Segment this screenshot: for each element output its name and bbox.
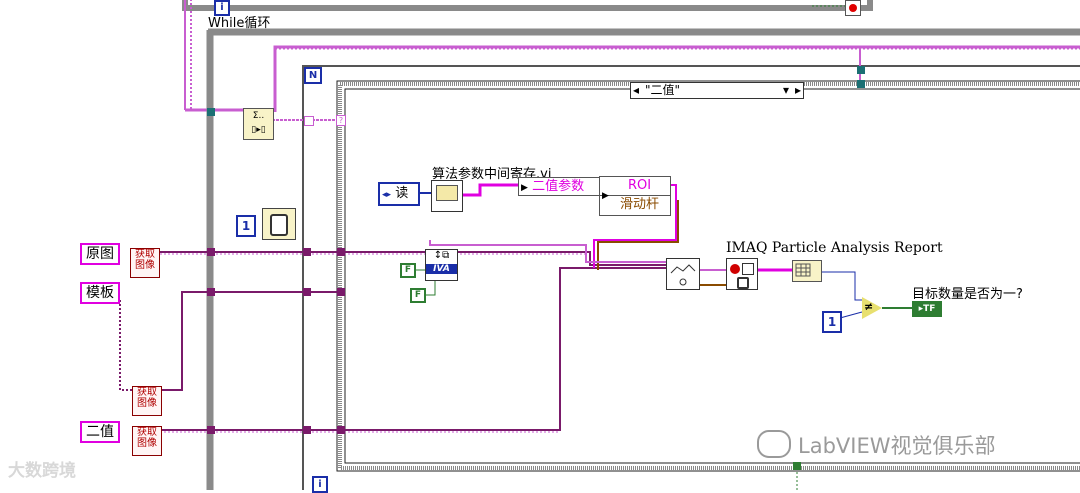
read-enum-constant[interactable]: ◂▸ 读 bbox=[378, 182, 420, 206]
false-constant[interactable]: F bbox=[400, 263, 416, 278]
case-tunnel bbox=[793, 462, 801, 470]
bundle-node[interactable]: ROI 滑动杆 ▶ bbox=[599, 176, 671, 216]
false-constant[interactable]: F bbox=[410, 288, 426, 303]
result-label: 目标数量是否为一? bbox=[912, 287, 1023, 302]
get-image-subvi[interactable]: 获取 图像 bbox=[130, 248, 160, 278]
imaq-particle-label: IMAQ Particle Analysis Report bbox=[726, 240, 943, 256]
stop-button-icon[interactable] bbox=[845, 0, 861, 16]
watermark-right: LabVIEW视觉俱乐部 bbox=[798, 434, 996, 458]
get-image-subvi[interactable]: 获取 图像 bbox=[132, 426, 162, 456]
array-size-icon[interactable] bbox=[792, 260, 822, 282]
loop-tunnel bbox=[207, 248, 215, 256]
case-tunnel bbox=[337, 248, 345, 256]
for-loop-count-terminal[interactable]: N bbox=[304, 67, 322, 84]
loop-tunnel bbox=[857, 80, 865, 88]
unbundle-node[interactable]: ▶ 二值参数 bbox=[518, 177, 600, 196]
constant-one[interactable]: 1 bbox=[236, 215, 256, 237]
for-loop-info-icon[interactable]: i bbox=[312, 476, 328, 493]
loop-tunnel bbox=[207, 426, 215, 434]
case-tunnel: ? bbox=[336, 115, 346, 126]
while-loop-label: While循环 bbox=[208, 16, 271, 31]
wechat-icon bbox=[757, 430, 791, 458]
template-image-control[interactable]: 模板 bbox=[80, 282, 120, 304]
loop-tunnel bbox=[303, 426, 311, 434]
enum-arrows-icon: ◂▸ bbox=[382, 190, 392, 200]
algo-vi-icon[interactable] bbox=[431, 180, 463, 212]
loop-tunnel bbox=[207, 288, 215, 296]
iva-node-icon[interactable]: ↕⧉ IVA bbox=[425, 249, 458, 281]
threshold-node-icon[interactable] bbox=[666, 258, 700, 290]
bundle-field-slider: 滑动杆 bbox=[620, 197, 660, 212]
source-image-control[interactable]: 原图 bbox=[80, 243, 120, 265]
boolean-indicator[interactable]: ▸TF bbox=[912, 301, 942, 317]
case-dropdown-icon[interactable]: ▾ bbox=[783, 83, 789, 98]
bundle-field-roi: ROI bbox=[600, 177, 670, 196]
event-node-icon[interactable]: Σ.. ▯▸▯ bbox=[243, 108, 274, 140]
case-next-arrow[interactable]: ▸ bbox=[795, 83, 801, 98]
case-prev-arrow[interactable]: ◂ bbox=[633, 83, 639, 98]
particle-analysis-icon[interactable] bbox=[726, 258, 758, 290]
wait-timer-icon[interactable] bbox=[262, 208, 296, 240]
case-selector-value: "二值" bbox=[645, 83, 681, 97]
case-selector[interactable]: ◂ "二值" ▾ ▸ bbox=[630, 82, 804, 99]
constant-one[interactable]: 1 bbox=[822, 311, 842, 333]
loop-tunnel bbox=[303, 248, 311, 256]
binary-image-control[interactable]: 二值 bbox=[80, 421, 120, 443]
case-tunnel bbox=[337, 288, 345, 296]
loop-tunnel bbox=[207, 108, 215, 116]
get-image-subvi[interactable]: 获取 图像 bbox=[132, 386, 162, 416]
case-tunnel bbox=[337, 426, 345, 434]
watermark-left: 大数跨境 bbox=[8, 461, 76, 481]
loop-tunnel bbox=[303, 288, 311, 296]
loop-tunnel bbox=[857, 66, 865, 74]
loop-tunnel bbox=[304, 116, 314, 126]
